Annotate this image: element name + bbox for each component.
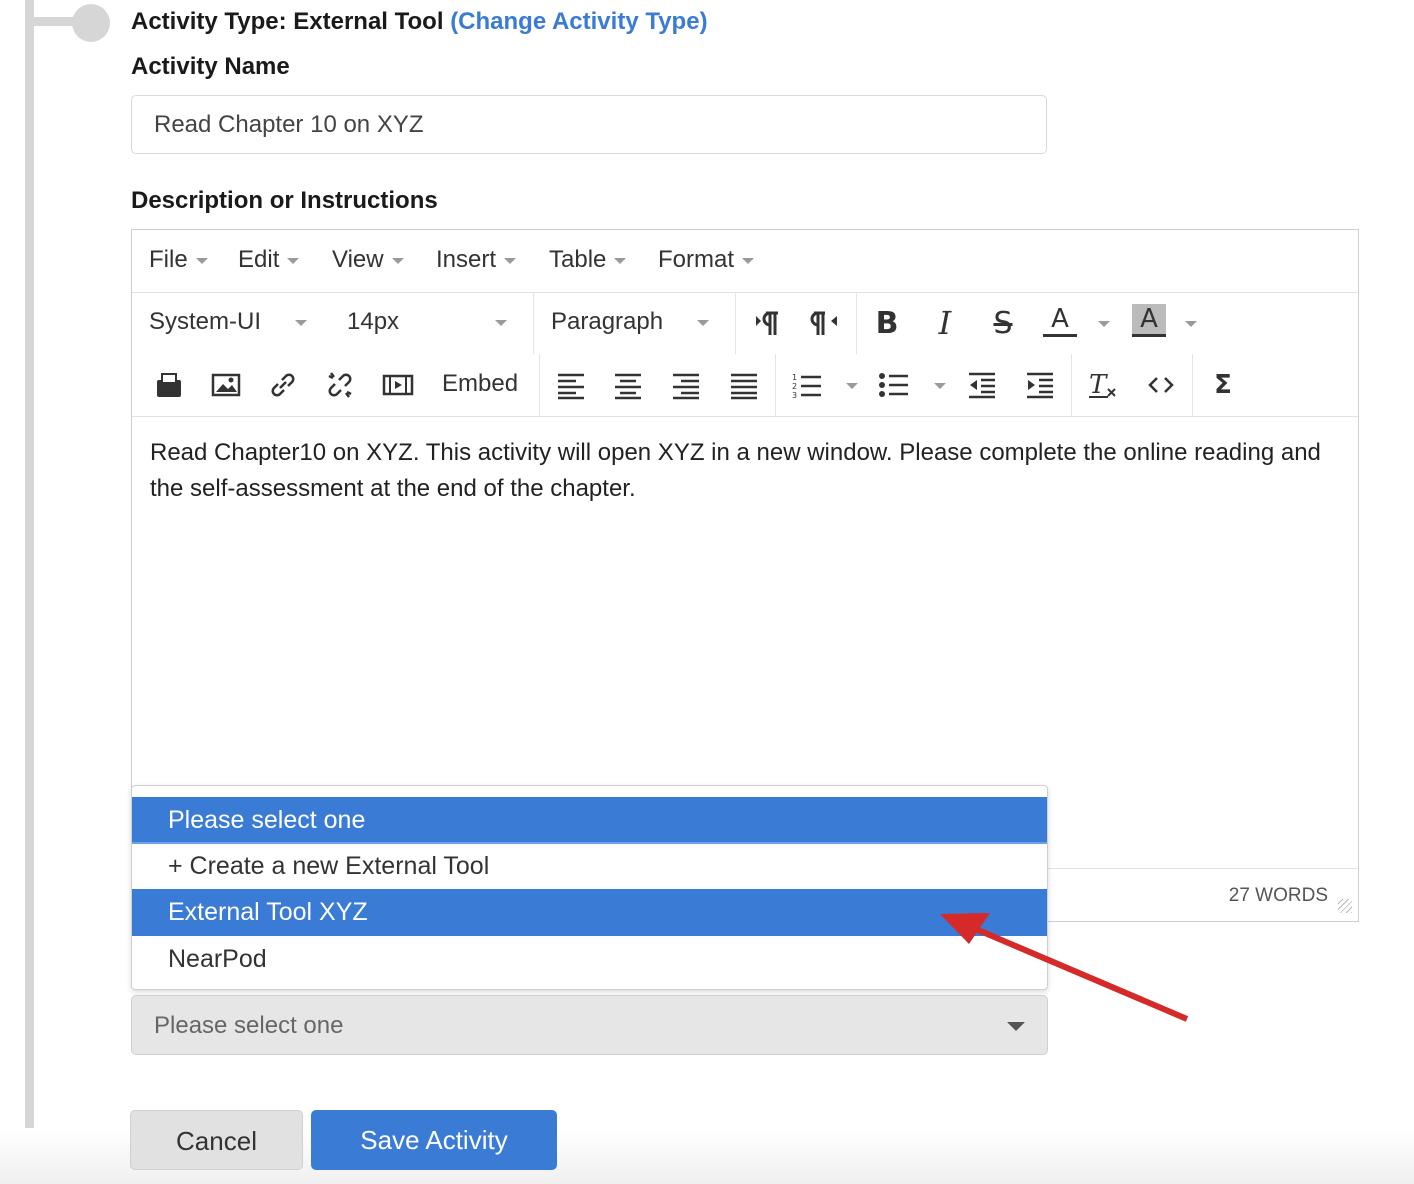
annotation-arrow	[940, 913, 1189, 1022]
annotation-arrow-shaft	[976, 927, 1189, 1022]
annotation-arrow-head	[940, 913, 990, 944]
